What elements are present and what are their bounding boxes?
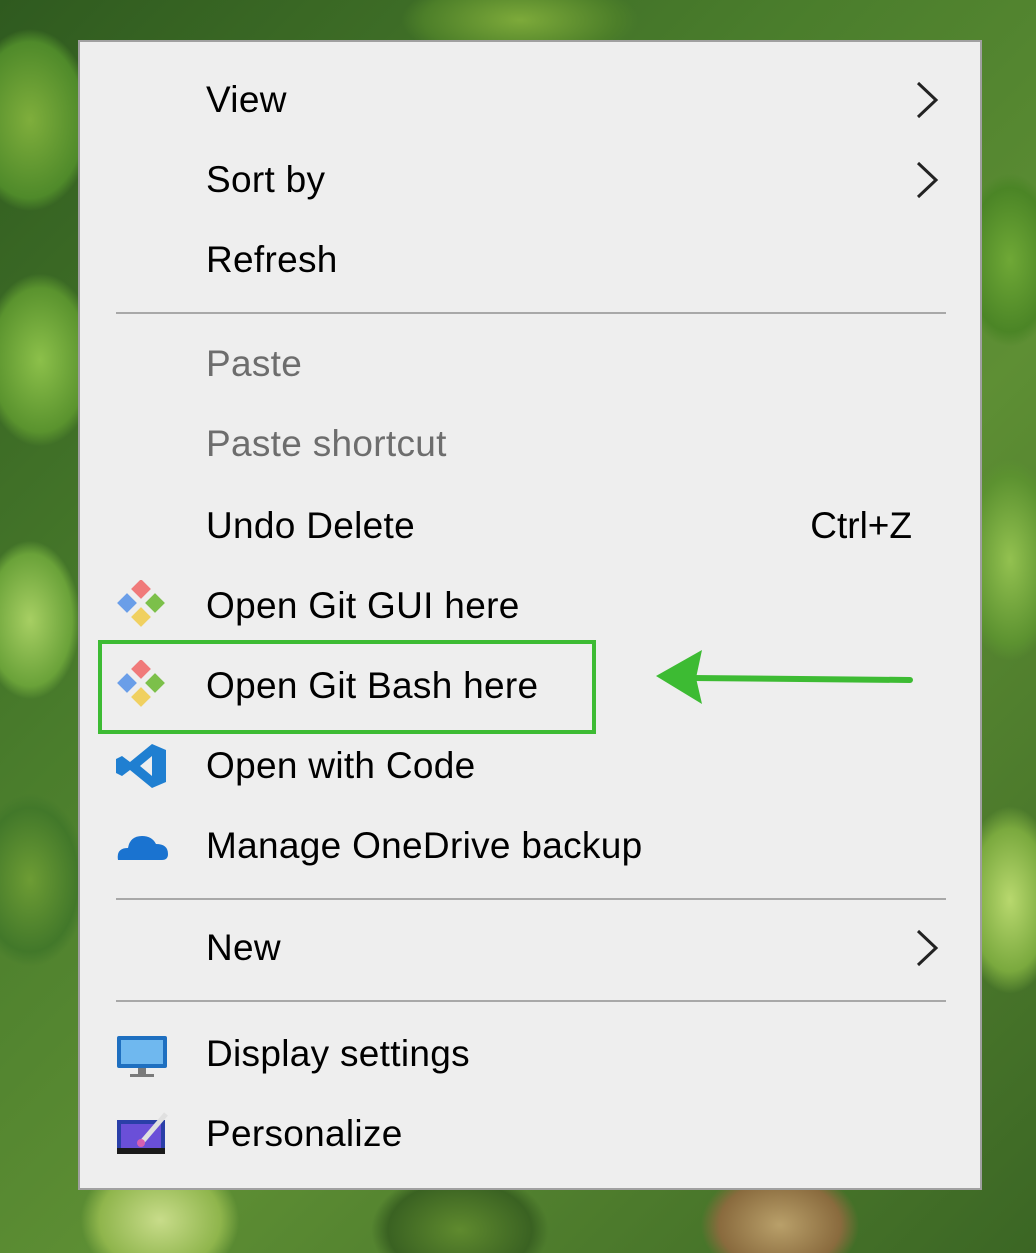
menu-item-new[interactable]: New (80, 908, 980, 988)
menu-item-label: Personalize (206, 1113, 403, 1154)
menu-item-paste[interactable]: Paste (80, 324, 980, 404)
shortcut-text: Ctrl+Z (810, 505, 912, 546)
menu-item-label: Paste (206, 343, 303, 384)
menu-item-label: Paste shortcut (206, 423, 447, 464)
menu-item-undo-delete[interactable]: Undo Delete Ctrl+Z (80, 486, 980, 566)
menu-separator (116, 1000, 946, 1002)
onedrive-icon (117, 836, 168, 860)
menu-item-refresh[interactable]: Refresh (80, 220, 980, 300)
menu-item-label: Display settings (206, 1033, 470, 1074)
personalize-icon (117, 1112, 168, 1154)
menu-item-label: Undo Delete (206, 505, 415, 546)
display-icon (117, 1036, 167, 1077)
annotation-arrow-icon (656, 650, 913, 704)
annotation-highlight-box (98, 640, 596, 734)
menu-item-open-with-code[interactable]: Open with Code (80, 726, 980, 806)
chevron-right-icon (916, 161, 939, 199)
chevron-right-icon (916, 81, 939, 119)
chevron-right-icon (916, 929, 939, 967)
menu-item-manage-onedrive-backup[interactable]: Manage OneDrive backup (80, 806, 980, 886)
menu-item-label: View (206, 79, 287, 120)
menu-item-label: Open with Code (206, 745, 476, 786)
menu-item-label: Open Git GUI here (206, 585, 520, 626)
menu-item-open-git-gui[interactable]: Open Git GUI here (80, 566, 980, 646)
menu-separator (116, 312, 946, 314)
menu-item-view[interactable]: View (80, 60, 980, 140)
menu-item-display-settings[interactable]: Display settings (80, 1014, 980, 1094)
git-icon (117, 580, 165, 627)
menu-item-sort-by[interactable]: Sort by (80, 140, 980, 220)
menu-item-personalize[interactable]: Personalize (80, 1094, 980, 1174)
menu-item-label: New (206, 927, 281, 968)
menu-item-paste-shortcut[interactable]: Paste shortcut (80, 404, 980, 484)
menu-item-label: Refresh (206, 239, 338, 280)
menu-separator (116, 898, 946, 900)
menu-item-label: Sort by (206, 159, 326, 200)
vscode-icon (116, 744, 166, 788)
menu-item-label: Manage OneDrive backup (206, 825, 643, 866)
desktop-context-menu: View Sort by Refresh Paste Paste shortcu… (78, 40, 982, 1190)
